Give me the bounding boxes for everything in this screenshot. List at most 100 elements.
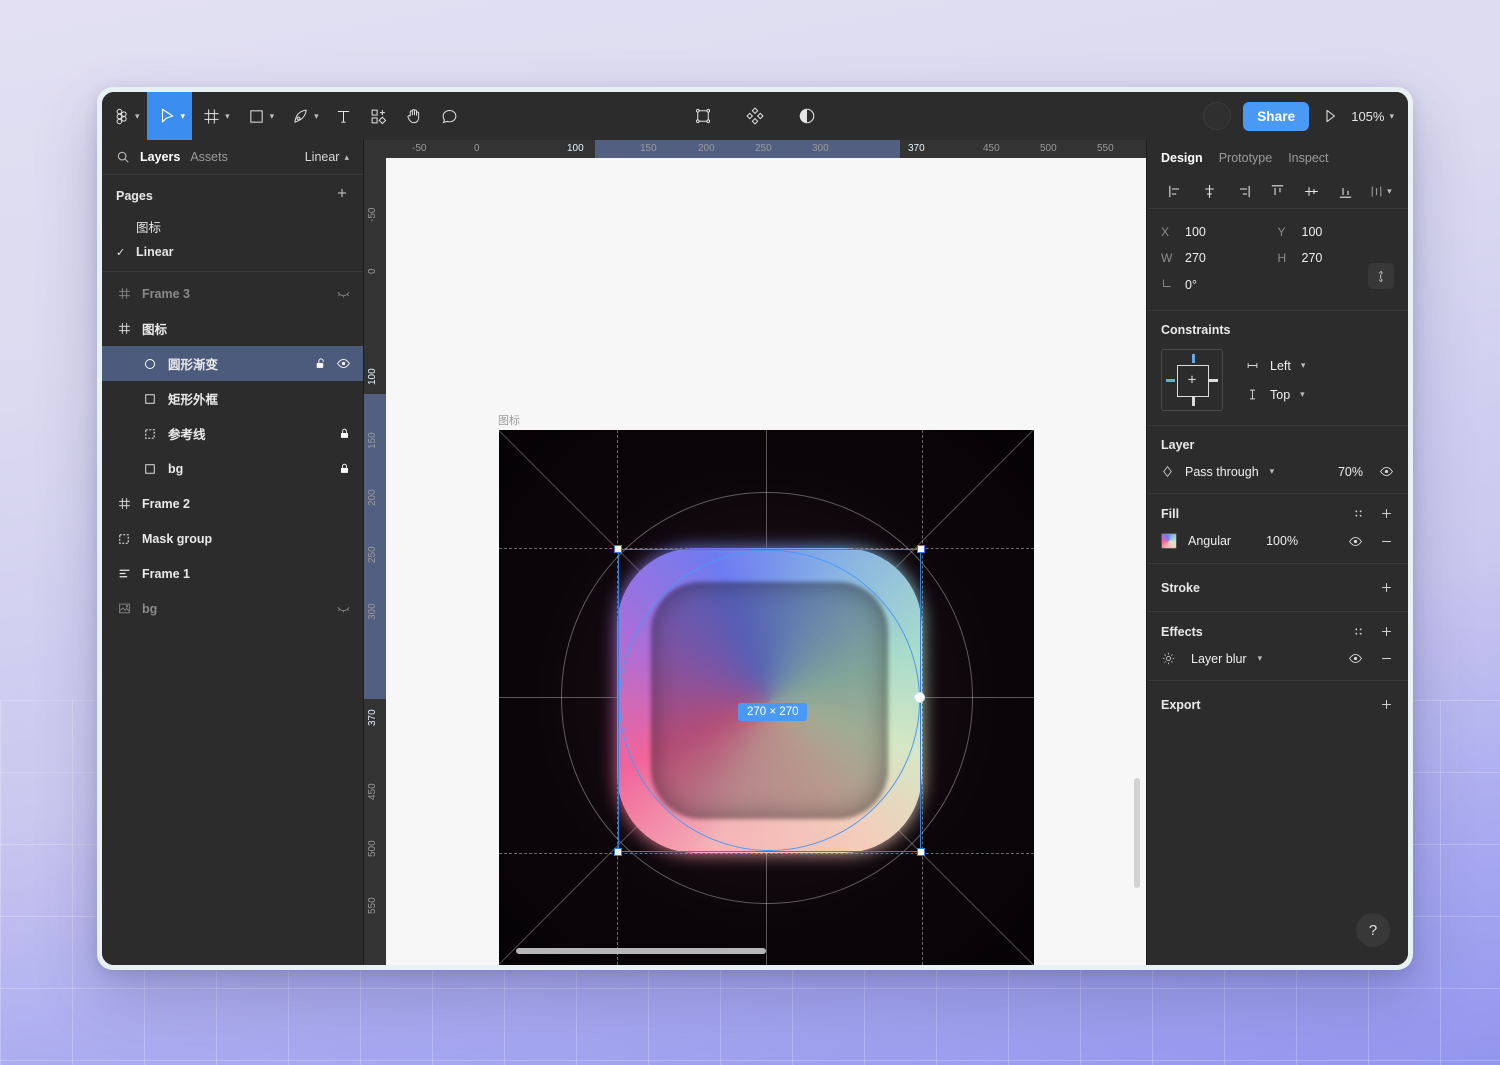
layer-row-frame-1[interactable]: Frame 1 [102, 556, 363, 591]
minus-icon[interactable] [1379, 534, 1394, 549]
search-icon[interactable] [116, 150, 130, 164]
text-tool-button[interactable] [326, 92, 361, 140]
constraint-vertical-select[interactable]: Top ▾ [1245, 387, 1305, 402]
eye-icon[interactable] [1348, 534, 1363, 549]
plus-icon[interactable] [1379, 580, 1394, 595]
align-vertical-center-icon[interactable] [1296, 179, 1328, 205]
share-button[interactable]: Share [1243, 102, 1309, 131]
fill-type-label[interactable]: Angular [1188, 534, 1231, 548]
layer-row-tubiao[interactable]: 图标 [102, 311, 363, 346]
effect-type-label[interactable]: Layer blur [1191, 652, 1247, 666]
layer-row-frame-2[interactable]: Frame 2 [102, 486, 363, 521]
minus-icon[interactable] [1379, 651, 1394, 666]
help-button[interactable]: ? [1356, 913, 1390, 947]
eye-icon[interactable] [1379, 464, 1394, 479]
hidden-eye-icon[interactable] [336, 286, 351, 301]
styles-grid-icon[interactable] [1352, 507, 1365, 520]
page-selector[interactable]: Linear ▴ [305, 150, 349, 164]
vertical-scrollbar[interactable] [1134, 778, 1140, 888]
horizontal-scrollbar[interactable] [516, 948, 766, 954]
constraint-horizontal-select[interactable]: Left ▾ [1245, 358, 1305, 373]
unlock-icon[interactable] [314, 357, 327, 370]
align-horizontal-center-icon[interactable] [1193, 179, 1225, 205]
constraint-pad[interactable]: + [1161, 349, 1223, 411]
selection-handle-tr[interactable] [917, 545, 925, 553]
artboard[interactable] [499, 430, 1034, 965]
align-left-icon[interactable] [1159, 179, 1191, 205]
position-section: X 100 Y 100 W 270 H 270 [1147, 209, 1408, 311]
ruler-horizontal[interactable]: -50 0 100 150 200 250 300 370 450 500 55… [364, 140, 1146, 158]
artboard-label[interactable]: 图标 [498, 412, 520, 428]
layer-row-juxingwaikuang[interactable]: 矩形外框 [102, 381, 363, 416]
shape-tool-button[interactable]: ▾ [237, 92, 282, 140]
canvas-area[interactable]: 图标 [364, 140, 1146, 965]
layer-row-bg-inner[interactable]: bg [102, 451, 363, 486]
width-field[interactable]: W 270 [1161, 251, 1278, 265]
zoom-control[interactable]: 105% ▾ [1351, 109, 1394, 124]
avatar[interactable] [1203, 102, 1231, 130]
plus-icon[interactable] [1379, 506, 1394, 521]
tab-design[interactable]: Design [1161, 151, 1203, 165]
styles-grid-icon[interactable] [1352, 625, 1365, 638]
layer-row-frame-3[interactable]: Frame 3 [102, 276, 363, 311]
plus-icon[interactable] [1379, 624, 1394, 639]
page-item-tubiao[interactable]: 图标 [102, 213, 363, 239]
comment-tool-button[interactable] [432, 92, 467, 140]
y-field[interactable]: Y 100 [1278, 225, 1395, 239]
layer-row-cankaoxian[interactable]: 参考线 [102, 416, 363, 451]
layer-row-yuanxingjianbian[interactable]: 圆形渐变 [102, 346, 363, 381]
mask-action-button[interactable] [789, 92, 825, 140]
frame-tool-button[interactable]: ▾ [192, 92, 237, 140]
move-tool-button[interactable]: ▾ [147, 92, 193, 140]
eye-icon[interactable] [336, 356, 351, 371]
constraint-bar-bottom[interactable] [1192, 397, 1195, 406]
stroke-section: Stroke [1147, 564, 1408, 612]
rotation-field[interactable]: 0° [1161, 277, 1278, 292]
chevron-down-icon[interactable]: ▾ [1270, 467, 1275, 476]
blend-mode-label[interactable]: Pass through [1185, 465, 1259, 479]
tab-inspect[interactable]: Inspect [1288, 151, 1328, 165]
constraint-bar-right[interactable] [1209, 379, 1218, 382]
tab-prototype[interactable]: Prototype [1219, 151, 1273, 165]
layer-row-mask-group[interactable]: Mask group [102, 521, 363, 556]
selection-handle-br[interactable] [917, 848, 925, 856]
plus-icon[interactable] [1379, 697, 1394, 712]
constraints-body: + Left ▾ [1161, 349, 1394, 411]
fill-opacity-value[interactable]: 100% [1266, 534, 1298, 548]
component-action-button[interactable] [737, 92, 773, 140]
layer-row-bg-image[interactable]: bg [102, 591, 363, 626]
frame-icon [116, 497, 132, 510]
tab-assets[interactable]: Assets [190, 150, 228, 164]
tab-layers[interactable]: Layers [140, 150, 180, 164]
constraint-bar-left[interactable] [1166, 379, 1175, 382]
resources-tool-button[interactable] [361, 92, 396, 140]
lock-aspect-ratio-button[interactable] [1368, 263, 1394, 289]
eye-icon[interactable] [1348, 651, 1363, 666]
constraint-bar-top[interactable] [1192, 354, 1195, 363]
lock-icon[interactable] [338, 427, 351, 440]
chevron-down-icon: ▾ [1389, 112, 1394, 121]
play-triangle-icon[interactable] [1321, 107, 1339, 125]
vertical-constraint-icon [1245, 387, 1260, 402]
hidden-eye-icon[interactable] [336, 601, 351, 616]
lock-icon[interactable] [338, 462, 351, 475]
fill-color-swatch[interactable] [1161, 533, 1177, 549]
add-page-button[interactable] [335, 186, 349, 205]
hand-tool-button[interactable] [396, 92, 432, 140]
selection-handle-tl[interactable] [614, 545, 622, 553]
chevron-down-icon[interactable]: ▾ [1258, 654, 1263, 663]
align-right-icon[interactable] [1227, 179, 1259, 205]
distribute-icon[interactable]: ▾ [1364, 179, 1396, 205]
gradient-handle-dot[interactable] [914, 692, 925, 703]
align-bottom-icon[interactable] [1330, 179, 1362, 205]
layer-opacity-value[interactable]: 70% [1338, 465, 1363, 479]
selection-handle-bl[interactable] [614, 848, 622, 856]
pen-tool-button[interactable]: ▾ [281, 92, 326, 140]
selection-frame-button[interactable] [685, 92, 721, 140]
x-field[interactable]: X 100 [1161, 225, 1278, 239]
ruler-vertical[interactable]: -50 0 100 150 200 250 300 370 450 500 55… [364, 140, 386, 965]
figma-menu-button[interactable]: ▾ [102, 92, 147, 140]
align-top-icon[interactable] [1261, 179, 1293, 205]
canvas-surface[interactable]: 图标 [386, 158, 1146, 965]
page-item-linear[interactable]: ✓ Linear [102, 239, 363, 265]
